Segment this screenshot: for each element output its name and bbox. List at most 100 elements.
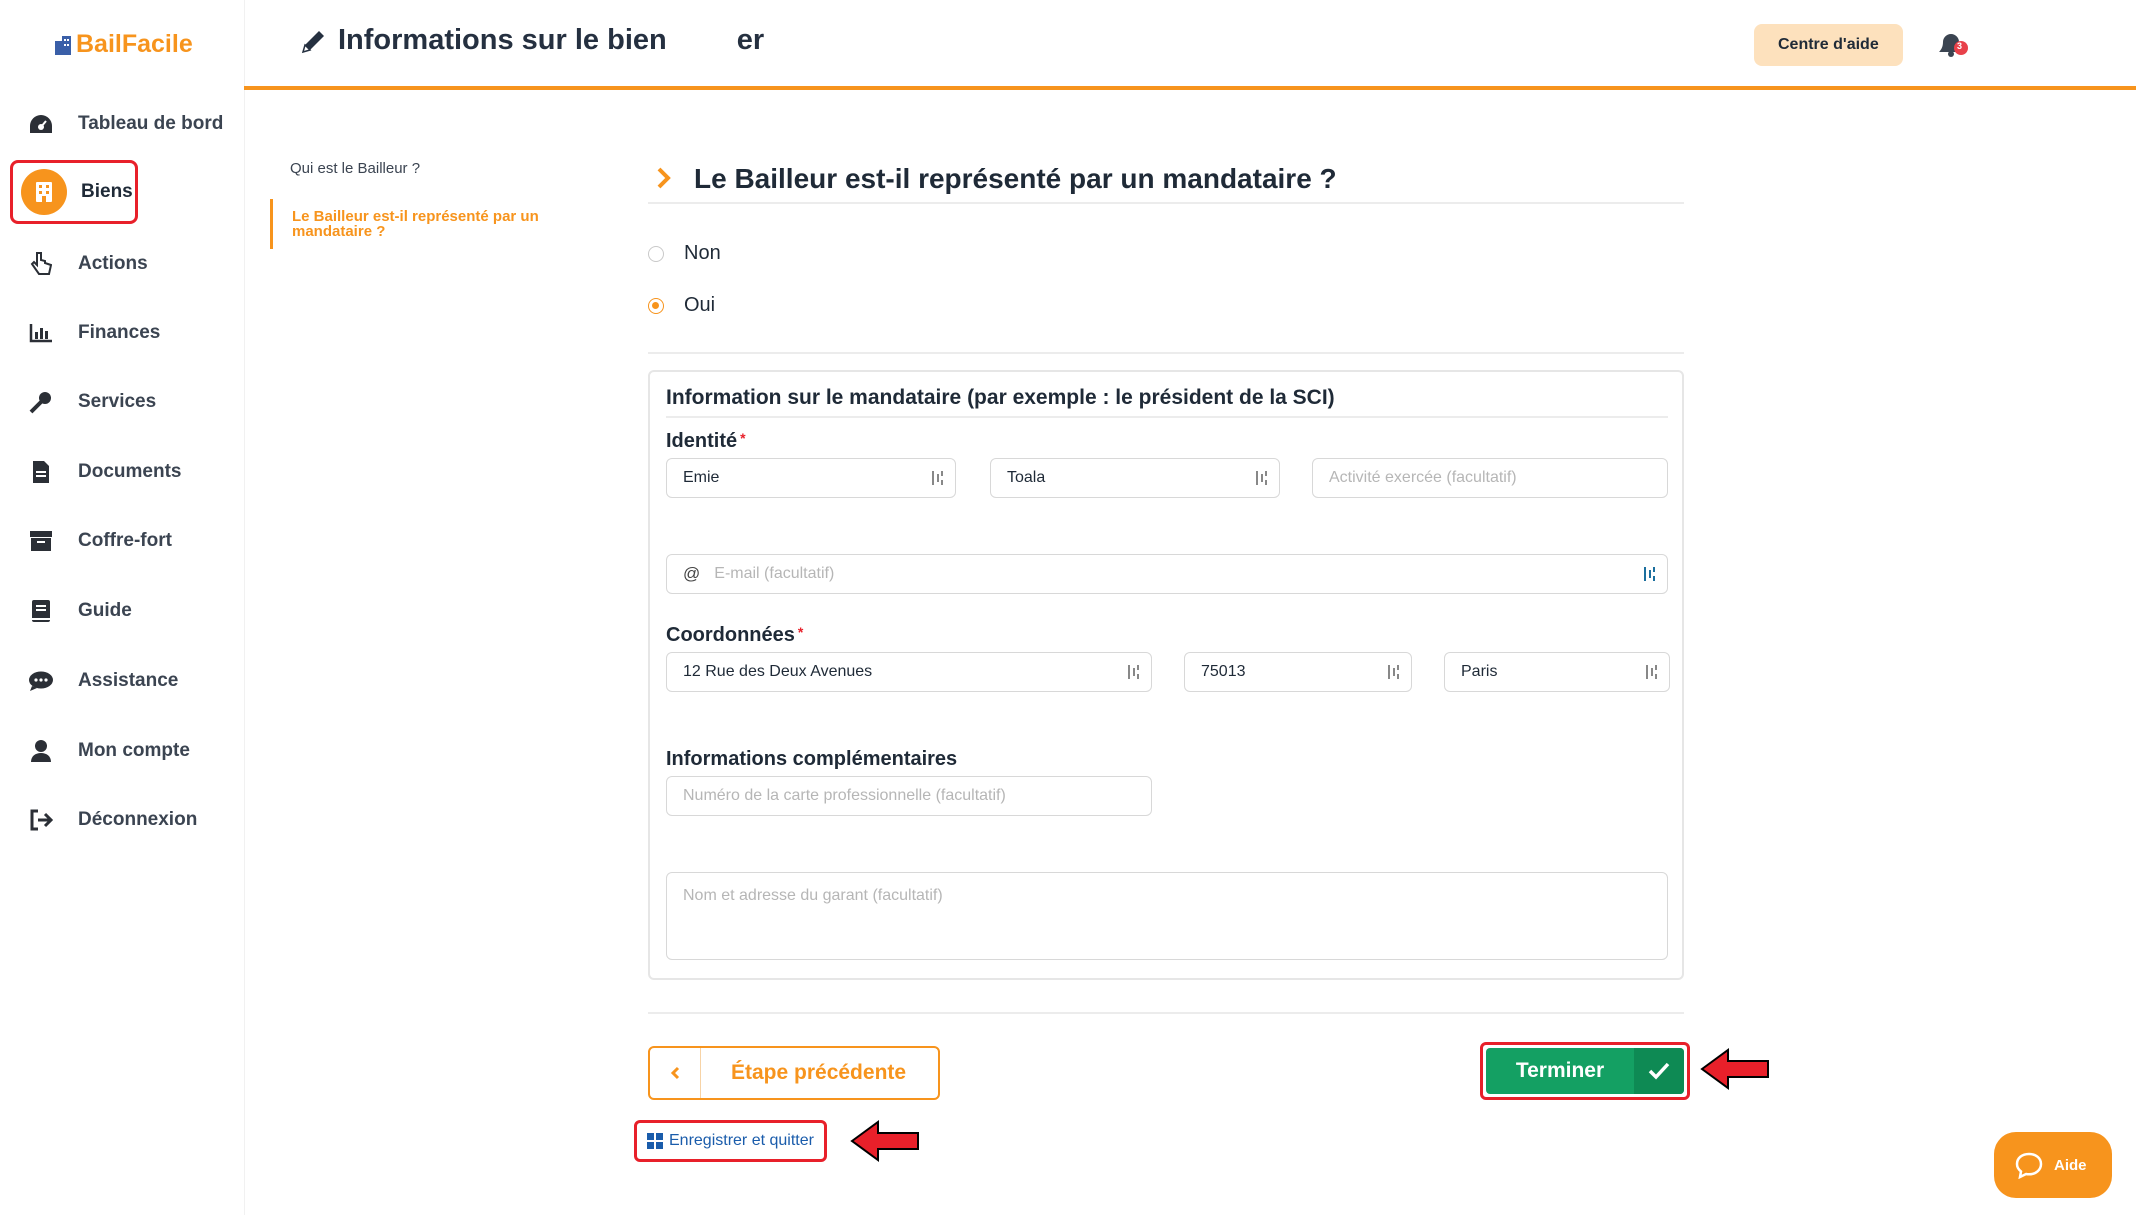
bar-chart-icon — [26, 318, 56, 348]
hand-pointer-icon — [26, 249, 56, 279]
radio-button[interactable] — [648, 297, 664, 314]
email-placeholder: E-mail (facultatif) — [714, 565, 835, 582]
previous-step-button[interactable]: Étape précédente — [648, 1046, 940, 1100]
sidebar-item-biens[interactable]: Biens — [10, 160, 138, 224]
autofill-icon — [932, 471, 943, 485]
at-icon: @ — [683, 564, 701, 583]
divider — [648, 1012, 1684, 1014]
step-item-active[interactable]: Le Bailleur est-il représenté par un man… — [270, 199, 572, 249]
activity-field[interactable]: Activité exercée (facultatif) — [1312, 458, 1668, 498]
sidebar-item-finances[interactable]: Finances — [26, 309, 160, 357]
autofill-icon — [1128, 665, 1139, 679]
question-text: Le Bailleur est-il représenté par un man… — [694, 163, 1337, 194]
address-field[interactable]: 12 Rue des Deux Avenues — [666, 652, 1152, 692]
sidebar-item-coffre-fort[interactable]: Coffre-fort — [26, 517, 172, 565]
book-icon — [26, 596, 56, 626]
dashboard-icon — [26, 109, 56, 139]
page-title-text: Informations sur le bien — [338, 24, 667, 56]
radio-label: Non — [684, 242, 721, 264]
sidebar-item-services[interactable]: Services — [26, 378, 156, 426]
app-logo[interactable]: BailFacile — [54, 30, 193, 59]
sidebar-item-deconnexion[interactable]: Déconnexion — [26, 796, 197, 844]
required-mark: * — [740, 430, 746, 446]
page-title-suffix: er — [736, 24, 765, 56]
sidebar: BailFacile Tableau de bord Biens Actions… — [0, 0, 245, 1215]
guarantor-placeholder: Nom et adresse du garant (facultatif) — [683, 887, 943, 904]
sidebar-item-label: Tableau de bord — [78, 113, 224, 134]
required-mark: * — [797, 624, 804, 640]
sidebar-item-label: Actions — [78, 253, 148, 274]
radio-option-oui[interactable]: Oui — [648, 294, 715, 317]
chevron-left-icon — [650, 1048, 701, 1098]
postal-code-value: 75013 — [1201, 663, 1246, 680]
first-name-value: Emie — [683, 469, 720, 486]
radio-button[interactable] — [648, 245, 664, 262]
save-and-quit-label: Enregistrer et quitter — [669, 1132, 814, 1149]
sidebar-item-guide[interactable]: Guide — [26, 587, 132, 635]
finish-button[interactable]: Terminer — [1486, 1048, 1684, 1094]
steps-nav: Qui est le Bailleur ? Le Bailleur est-il… — [270, 160, 570, 249]
previous-step-label: Étape précédente — [731, 1061, 907, 1084]
help-center-button[interactable]: Centre d'aide — [1754, 24, 1903, 66]
sidebar-item-mon-compte[interactable]: Mon compte — [26, 727, 190, 775]
autofill-icon — [1644, 567, 1655, 581]
address-value: 12 Rue des Deux Avenues — [683, 663, 873, 680]
sidebar-item-label: Finances — [78, 322, 161, 343]
city-field[interactable]: Paris — [1444, 652, 1670, 692]
radio-label: Oui — [684, 294, 716, 316]
save-and-quit-link[interactable]: Enregistrer et quitter — [634, 1120, 827, 1162]
last-name-value: Toala — [1007, 469, 1046, 486]
city-value: Paris — [1461, 663, 1498, 680]
last-name-field[interactable]: Toala — [990, 458, 1280, 498]
autofill-icon — [1256, 471, 1267, 485]
sidebar-item-documents[interactable]: Documents — [26, 448, 181, 496]
pencil-icon — [301, 30, 324, 53]
sidebar-item-label: Services — [78, 391, 157, 412]
notifications-button[interactable]: 3 — [1936, 26, 1970, 60]
card-number-placeholder: Numéro de la carte professionnelle (facu… — [683, 787, 1006, 804]
red-arrow-icon — [1700, 1048, 1769, 1090]
email-field[interactable]: @ E-mail (facultatif) — [666, 554, 1668, 594]
card-number-field[interactable]: Numéro de la carte professionnelle (facu… — [666, 776, 1152, 816]
coords-label: Coordonnées * — [666, 624, 803, 647]
sidebar-item-label: Mon compte — [78, 740, 190, 761]
page-header: Informations sur le bien er Centre d'aid… — [244, 0, 2136, 90]
sidebar-item-actions[interactable]: Actions — [26, 240, 148, 288]
sidebar-item-label: Biens — [81, 181, 133, 202]
autofill-icon — [1388, 665, 1399, 679]
finish-button-highlight: Terminer — [1480, 1042, 1690, 1100]
logout-icon — [26, 805, 56, 835]
notification-badge: 3 — [1957, 41, 1963, 51]
building-logo-icon — [55, 35, 71, 55]
archive-icon — [26, 526, 56, 556]
radio-option-non[interactable]: Non — [648, 242, 721, 265]
sidebar-item-assistance[interactable]: Assistance — [26, 657, 178, 705]
chat-bubble-icon — [2015, 1152, 2043, 1179]
sidebar-item-label: Guide — [78, 600, 132, 621]
first-name-field[interactable]: Emie — [666, 458, 956, 498]
question-title: Le Bailleur est-il représenté par un man… — [648, 156, 1684, 204]
bell-icon — [1939, 34, 1968, 57]
sidebar-item-label: Coffre-fort — [78, 530, 172, 551]
key-icon — [26, 387, 56, 417]
postal-code-field[interactable]: 75013 — [1184, 652, 1412, 692]
card-title: Information sur le mandataire (par exemp… — [666, 386, 1668, 418]
help-widget-button[interactable]: Aide — [1994, 1132, 2112, 1198]
guarantor-textarea[interactable]: Nom et adresse du garant (facultatif) — [666, 872, 1668, 960]
coords-label-text: Coordonnées — [666, 624, 795, 646]
identity-label: Identité * — [666, 430, 746, 453]
sidebar-item-dashboard[interactable]: Tableau de bord — [26, 100, 223, 148]
sidebar-item-label: Documents — [78, 461, 182, 482]
extra-info-label: Informations complémentaires — [666, 748, 958, 770]
autofill-icon — [1646, 665, 1657, 679]
divider — [648, 352, 1684, 354]
grid-icon — [647, 1133, 663, 1149]
mandataire-card: Information sur le mandataire (par exemp… — [648, 370, 1684, 980]
step-item[interactable]: Qui est le Bailleur ? — [270, 160, 570, 177]
help-widget-label: Aide — [2054, 1156, 2087, 1174]
sidebar-item-label: Déconnexion — [78, 809, 198, 830]
identity-label-text: Identité — [666, 430, 738, 452]
sidebar-item-label: Assistance — [78, 670, 179, 691]
check-icon — [1634, 1048, 1684, 1094]
app-name: BailFacile — [76, 30, 193, 58]
